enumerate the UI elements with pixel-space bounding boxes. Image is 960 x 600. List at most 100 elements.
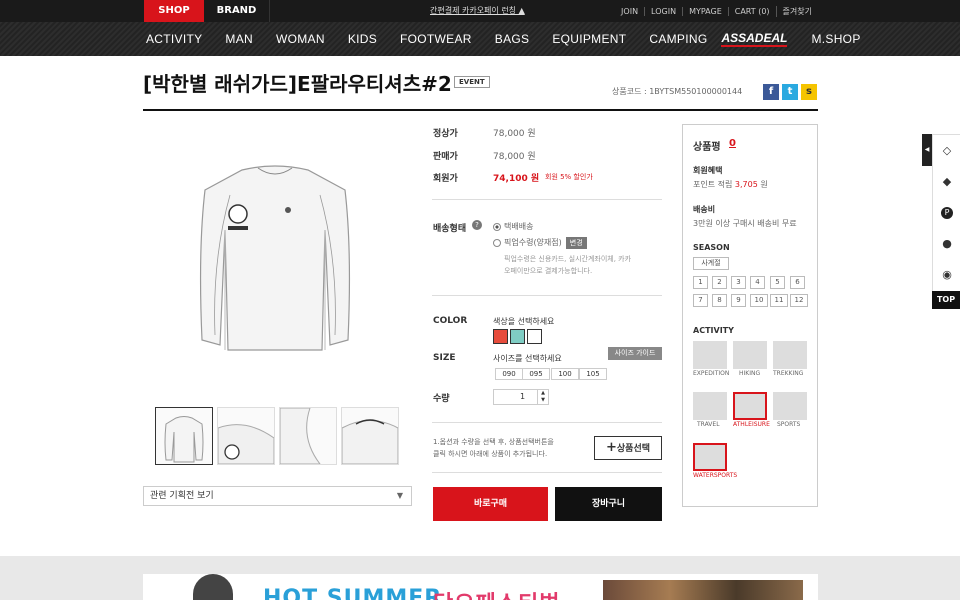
shipping-fee-label: 배송비 (693, 205, 716, 214)
join-link[interactable]: JOIN (615, 7, 644, 16)
color-placeholder: 색상을 선택하세요 (493, 317, 555, 326)
activity-label-travel: TRAVEL (697, 421, 720, 428)
activity-label-trekking: TREKKING (773, 370, 804, 377)
eye-icon[interactable]: ◉ (941, 269, 953, 281)
help-icon[interactable]: ? (472, 220, 482, 230)
login-link[interactable]: LOGIN (644, 6, 682, 16)
month-box: 5 (770, 276, 785, 289)
season-label: SEASON (693, 243, 730, 252)
activity-label-sports: SPORTS (777, 421, 801, 428)
nav-equipment[interactable]: EQUIPMENT (552, 32, 626, 46)
nav-kids[interactable]: KIDS (348, 32, 377, 46)
season-all: 사계절 (693, 257, 729, 270)
nav-woman[interactable]: WOMAN (276, 32, 325, 46)
product-code: 상품코드 : 1BYTSM550100000144 (612, 87, 743, 96)
thumbnail-strip (155, 407, 403, 465)
month-box: 1 (693, 276, 708, 289)
plus-icon: + (605, 440, 617, 455)
pickup-note-1: 픽업수령은 신용카드, 실시간계좌이체, 카카 (504, 255, 632, 263)
qty-down-icon[interactable]: ▼ (537, 397, 548, 404)
review-label: 상품평 (693, 142, 721, 153)
shipping-option-delivery[interactable]: 택배배송 (493, 221, 533, 232)
twitter-share-icon[interactable]: t (782, 84, 798, 100)
thumbnail[interactable] (217, 407, 275, 465)
tab-brand[interactable]: BRAND (204, 0, 270, 22)
add-to-cart-button[interactable]: 장바구니 (555, 487, 662, 521)
related-event-select[interactable]: 관련 기획전 보기 ▼ (143, 486, 412, 506)
mypage-link[interactable]: MYPAGE (682, 6, 728, 16)
nav-activity[interactable]: ACTIVITY (146, 32, 202, 46)
promo-banner[interactable]: HOT SUMMER 단오페스티벌 (143, 574, 818, 600)
notice-link[interactable]: 간편결제 카카오페이 런칭 ▲ (430, 0, 525, 22)
month-box: 2 (712, 276, 727, 289)
scroll-top-button[interactable]: TOP (932, 291, 960, 309)
nav-mshop[interactable]: M.SHOP (811, 32, 860, 46)
thumbnail[interactable] (155, 407, 213, 465)
month-box: 10 (750, 294, 768, 307)
diamond-icon[interactable]: ◇ (941, 145, 953, 157)
assadeal-logo[interactable]: ASSADEAL (721, 31, 788, 47)
size-option[interactable]: 105 (579, 368, 607, 380)
radio[interactable] (493, 238, 501, 247)
banner-text-2: 단오페스티벌 (433, 586, 560, 600)
banner-text-1: HOT SUMMER (263, 586, 443, 600)
athleisure-icon (733, 392, 767, 420)
select-product-button[interactable]: +상품선택 (594, 436, 662, 460)
size-label: SIZE (433, 353, 456, 363)
sale-price: 78,000 원 (493, 152, 536, 162)
kakaostory-share-icon[interactable]: s (801, 84, 817, 100)
change-button[interactable]: 변경 (565, 237, 587, 249)
p-coin-icon[interactable]: P (941, 207, 953, 219)
color-swatch-white[interactable] (527, 329, 542, 344)
review-count[interactable]: 0 (729, 138, 736, 149)
buy-now-button[interactable]: 바로구매 (433, 487, 548, 521)
shipping-option-pickup[interactable]: 픽업수령(양재점) 변경 (493, 237, 587, 249)
nav-bags[interactable]: BAGS (495, 32, 530, 46)
benefit-text: 포인트 적립 3,705 원 (693, 180, 768, 189)
qty-up-icon[interactable]: ▲ (537, 390, 548, 397)
month-box: 7 (693, 294, 708, 307)
product-image[interactable] (170, 150, 380, 360)
expedition-icon (693, 341, 727, 369)
color-swatch-mint[interactable] (510, 329, 525, 344)
size-option[interactable]: 100 (551, 368, 579, 380)
top-bar: SHOP BRAND 간편결제 카카오페이 런칭 ▲ JOIN LOGIN MY… (0, 0, 960, 22)
month-box: 6 (790, 276, 805, 289)
thumbnail[interactable] (341, 407, 399, 465)
sale-price-label: 판매가 (433, 152, 458, 162)
model-image (193, 574, 233, 600)
size-guide-button[interactable]: 사이즈 가이드 (608, 347, 662, 360)
color-swatch-red[interactable] (493, 329, 508, 344)
divider (432, 472, 662, 473)
size-placeholder: 사이즈를 선택하세요 (493, 354, 562, 363)
event-badge: EVENT (454, 76, 490, 88)
nav-man[interactable]: MAN (225, 32, 253, 46)
size-option[interactable]: 095 (522, 368, 550, 380)
location-icon[interactable]: ● (941, 238, 953, 250)
size-option[interactable]: 090 (495, 368, 523, 380)
month-box: 12 (790, 294, 808, 307)
activity-label-athleisure: ATHLEISURE (733, 421, 770, 428)
chevron-down-icon: ▼ (396, 491, 403, 500)
bookmark-link[interactable]: 즐겨찾기 (775, 5, 818, 17)
member-discount: 회원 5% 할인가 (545, 173, 593, 181)
tab-shop[interactable]: SHOP (144, 0, 204, 22)
util-links: JOIN LOGIN MYPAGE CART (0) 즐겨찾기 (615, 0, 818, 22)
cart-link[interactable]: CART (0) (727, 6, 776, 16)
pickup-note-2: 오페이만으로 결제가능합니다. (504, 267, 593, 275)
facebook-share-icon[interactable]: f (763, 84, 779, 100)
tag-icon[interactable]: ◆ (941, 176, 953, 188)
radio-selected[interactable] (493, 222, 501, 231)
travel-icon (693, 392, 727, 420)
activity-label-watersports: WATERSPORTS (693, 472, 738, 479)
trekking-icon (773, 341, 807, 369)
activity-label-hiking: HIKING (739, 370, 761, 377)
sidebar-toggle-icon[interactable]: ◀ (922, 134, 932, 166)
nav-footwear[interactable]: FOOTWEAR (400, 32, 472, 46)
nav-camping[interactable]: CAMPING (649, 32, 707, 46)
member-price: 74,100 원 (493, 174, 540, 184)
hiking-icon (733, 341, 767, 369)
month-box: 8 (712, 294, 727, 307)
thumbnail[interactable] (279, 407, 337, 465)
related-event-label: 관련 기획전 보기 (150, 491, 214, 501)
